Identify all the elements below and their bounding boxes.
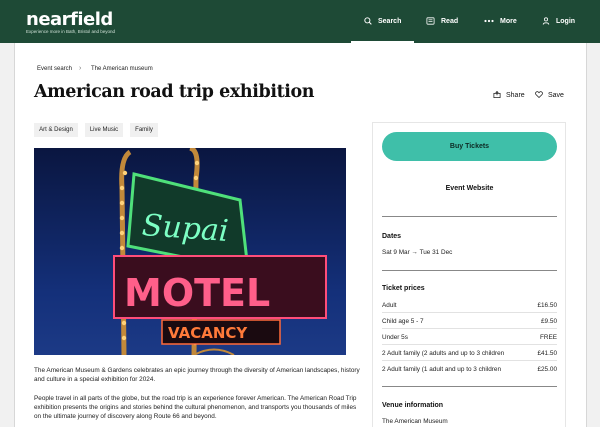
arrow-right-icon: → xyxy=(411,249,420,256)
sign-vacancy-text: VACANCY xyxy=(168,324,248,342)
sidebar-divider xyxy=(382,270,557,271)
heart-icon xyxy=(535,91,543,100)
ticket-sidebar xyxy=(372,122,566,427)
more-dots-icon xyxy=(484,18,494,25)
price-row: 2 Adult family (1 adult and up to 3 chil… xyxy=(382,366,557,373)
search-icon xyxy=(364,16,372,27)
date-range: Sat 9 Mar → Tue 31 Dec xyxy=(382,249,452,256)
sidebar-divider xyxy=(382,216,557,217)
nav-login-label: Login xyxy=(556,18,576,25)
share-label: Share xyxy=(506,92,525,99)
price-value: £9.50 xyxy=(541,318,557,325)
tag-art-design[interactable]: Art & Design xyxy=(34,123,78,137)
ticket-prices-heading: Ticket prices xyxy=(382,285,425,292)
row-divider xyxy=(382,328,557,329)
tag-family[interactable]: Family xyxy=(130,123,158,137)
breadcrumb-current[interactable]: The American museum xyxy=(91,66,153,72)
description-paragraph-2: People travel in all parts of the globe,… xyxy=(34,395,357,420)
breadcrumb-chevron-icon: › xyxy=(79,65,82,72)
price-row: 2 Adult family (2 adults and up to 3 chi… xyxy=(382,350,557,357)
price-value: FREE xyxy=(539,334,557,341)
dates-heading: Dates xyxy=(382,233,402,240)
price-value: £25.00 xyxy=(537,366,557,373)
nav-read[interactable]: Read xyxy=(426,0,458,43)
nav-more[interactable]: More xyxy=(484,0,517,43)
user-icon xyxy=(542,16,550,27)
nav-search-label: Search xyxy=(378,18,402,25)
price-value: £16.50 xyxy=(537,302,557,309)
page-title: American road trip exhibition xyxy=(34,82,315,102)
nav-more-label: More xyxy=(500,18,517,25)
row-divider xyxy=(382,344,557,345)
nav-search[interactable]: Search xyxy=(364,0,401,43)
price-label: Under 5s xyxy=(382,334,408,341)
sidebar-divider xyxy=(382,386,557,387)
save-button[interactable]: Save xyxy=(535,91,564,100)
event-website-link[interactable]: Event Website xyxy=(382,185,557,192)
tag-live-music[interactable]: Live Music xyxy=(85,123,123,137)
price-row: Adult £16.50 xyxy=(382,302,557,309)
price-row: Child age 5 - 7 £9.50 xyxy=(382,318,557,325)
price-label: Adult xyxy=(382,302,397,309)
sign-motel-text: MOTEL xyxy=(124,271,270,315)
save-label: Save xyxy=(548,92,564,99)
nearfield-logo[interactable]: nearfield xyxy=(26,9,113,30)
price-label: 2 Adult family (1 adult and up to 3 chil… xyxy=(382,366,502,373)
share-icon xyxy=(493,90,501,100)
venue-heading: Venue information xyxy=(382,402,444,409)
price-label: 2 Adult family (2 adults and up to 3 chi… xyxy=(382,350,505,357)
breadcrumb-event-search[interactable]: Event search xyxy=(37,66,72,72)
description-paragraph-1: The American Museum & Gardens celebrates… xyxy=(34,367,360,383)
sign-supai-text: Supai xyxy=(141,208,230,249)
share-button[interactable]: Share xyxy=(493,90,525,100)
venue-name[interactable]: The American Museum xyxy=(382,418,448,425)
date-from: Sat 9 Mar xyxy=(382,249,410,256)
buy-tickets-button[interactable]: Buy Tickets xyxy=(382,132,557,161)
nav-login[interactable]: Login xyxy=(542,0,575,43)
date-to: Tue 31 Dec xyxy=(419,249,453,256)
row-divider xyxy=(382,360,557,361)
logo-tagline: Experience more in Bath, Bristol and bey… xyxy=(26,29,116,34)
price-row: Under 5s FREE xyxy=(382,334,557,341)
nav-read-label: Read xyxy=(441,18,459,25)
event-image: Supai MOTEL VACANCY xyxy=(34,148,346,355)
newspaper-icon xyxy=(426,16,435,27)
price-label: Child age 5 - 7 xyxy=(382,318,424,325)
row-divider xyxy=(382,312,557,313)
price-value: £41.50 xyxy=(537,350,557,357)
